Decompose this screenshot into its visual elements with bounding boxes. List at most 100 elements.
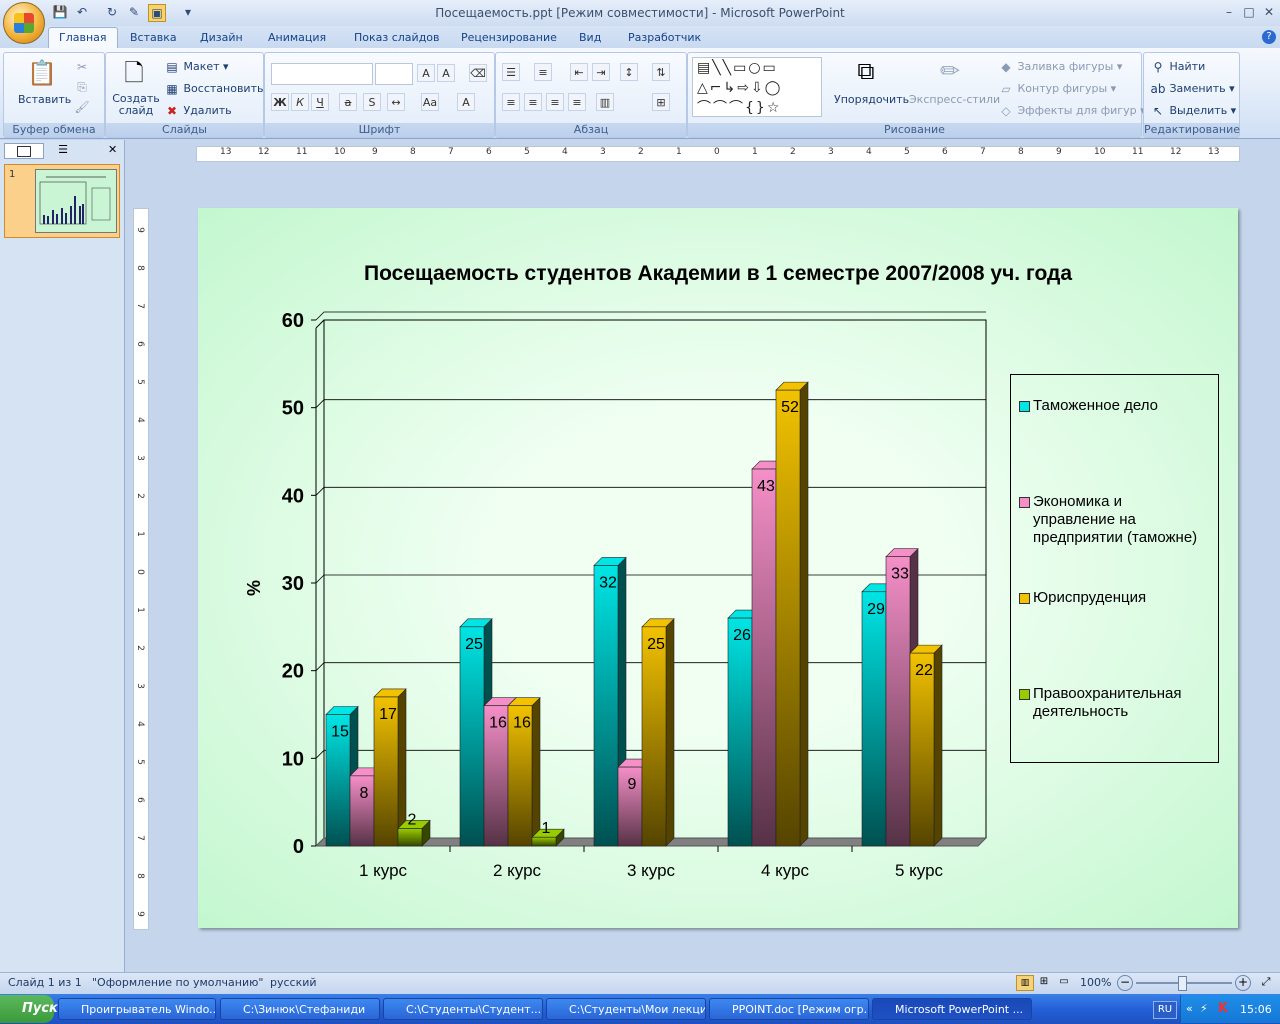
font-size-combo[interactable] [375,63,413,85]
char-spacing-icon[interactable]: ↔ [387,93,405,111]
bar [775,389,801,847]
minimize-button[interactable]: – [1220,4,1238,20]
tab-slideshow[interactable]: Показ слайдов [344,28,450,48]
new-slide-button[interactable]: Создать слайд [112,93,160,117]
outline-tab-icon[interactable]: ☰ [44,143,82,157]
clear-format-icon[interactable]: ⌫ [469,64,487,82]
find-button[interactable]: ⚲ Найти [1150,59,1206,75]
bullets-icon[interactable]: ☰ [502,63,520,81]
underline-icon[interactable]: Ч [311,93,329,111]
sorter-view-icon[interactable]: ⊞ [1036,975,1052,989]
paste-icon[interactable]: 📋 [26,57,58,89]
reset-icon: ▦ [166,82,178,96]
zoom-slider-thumb[interactable] [1178,976,1187,991]
align-left-icon[interactable]: ≡ [502,93,520,111]
tray-expand-icon[interactable]: « [1186,1002,1193,1015]
y-tick-label: 50 [282,398,304,420]
tab-review[interactable]: Рецензирование [451,28,567,48]
vertical-ruler[interactable]: 9 8 7 6 5 4 3 2 1 0 1 2 3 4 5 6 7 8 9 [133,208,149,930]
align-right-icon[interactable]: ≡ [546,93,564,111]
text-direction-icon[interactable]: ⇅ [652,63,670,81]
tab-developer[interactable]: Разработчик [618,28,711,48]
quick-styles-button[interactable]: Экспресс-стили [909,93,1000,106]
ruler-mark: 7 [448,147,454,157]
zoom-out-icon[interactable]: − [1117,975,1133,991]
smartart-icon[interactable]: ⊞ [652,93,670,111]
layout-button[interactable]: ▤ Макет ▾ [164,59,228,75]
tab-design[interactable]: Дизайн [190,28,253,48]
font-color-icon[interactable]: A [457,93,475,111]
language-indicator[interactable]: русский [270,976,317,989]
y-axis-label: % [244,580,264,596]
shrink-font-icon[interactable]: A [437,64,455,82]
arrange-icon[interactable]: ⧉ [850,55,882,87]
task-media-player[interactable]: Проигрыватель Windo... [58,998,216,1020]
select-button[interactable]: ↖ Выделить ▾ [1150,103,1236,119]
office-button[interactable] [3,2,45,44]
antivirus-icon[interactable]: K [1218,1001,1228,1016]
maximize-button[interactable]: □ [1240,4,1258,20]
slideshow-view-icon[interactable]: ▭ [1056,975,1072,989]
y-tick-label: 40 [282,485,304,507]
line-spacing-icon[interactable]: ↕ [620,63,638,81]
ruler-mark: 2 [638,147,644,157]
tab-insert[interactable]: Вставка [120,28,187,48]
task-word-doc[interactable]: PPOINT.doc [Режим огр... [709,998,869,1020]
change-case-icon[interactable]: Aa [421,93,439,111]
align-center-icon[interactable]: ≡ [524,93,542,111]
justify-icon[interactable]: ≡ [568,93,586,111]
italic-icon[interactable]: К [291,93,309,111]
font-name-combo[interactable] [271,63,373,85]
start-button[interactable]: Пуск [0,995,58,1023]
shadow-icon[interactable]: S [363,93,381,111]
fit-slide-icon[interactable]: ⤢ [1258,975,1274,989]
shape-effects-button[interactable]: ◇ Эффекты для фигур ▾ [998,103,1145,119]
replace-button[interactable]: ab Заменить ▾ [1150,81,1235,97]
horizontal-ruler[interactable]: 13 12 11 10 9 8 7 6 5 4 3 2 1 0 1 2 3 4 5 6 7 8 9 10 11 12 13 [196,146,1240,162]
copy-icon[interactable]: ⎘ [74,79,90,95]
bold-icon[interactable]: Ж [271,93,289,111]
bar-chart[interactable]: 0 10 20 30 40 50 60% 1 курс 15 8 17 2 2 курс 25 16 16 1 3… [198,300,998,900]
help-icon[interactable]: ? [1262,30,1276,44]
shape-outline-button[interactable]: ▱ Контур фигуры ▾ [998,81,1116,97]
network-icon[interactable]: ⚡ [1200,1002,1208,1015]
zoom-in-icon[interactable]: + [1235,975,1251,991]
tab-animation[interactable]: Анимация [258,28,336,48]
slide-thumbnail[interactable]: 1 [4,164,120,238]
ruler-mark: 1 [676,147,682,157]
reset-button[interactable]: ▦ Восстановить [164,81,263,97]
ruler-mark: 10 [1094,147,1106,157]
ruler-mark: 11 [1132,147,1144,157]
grow-font-icon[interactable]: A [417,64,435,82]
strikethrough-icon[interactable]: a [339,93,357,111]
ruler-mark: 9 [134,227,145,233]
increase-indent-icon[interactable]: ⇥ [592,63,610,81]
normal-view-icon[interactable]: ▥ [1016,975,1034,991]
numbering-icon[interactable]: ≡ [534,63,552,81]
task-powerpoint[interactable]: Microsoft PowerPoint ... [872,998,1032,1020]
columns-icon[interactable]: ▥ [596,93,614,111]
new-slide-icon[interactable]: 🗋 [118,57,150,89]
paste-button[interactable]: Вставить [18,93,71,106]
close-button[interactable]: ✕ [1260,4,1278,20]
close-panel-icon[interactable]: ✕ [108,143,120,157]
decrease-indent-icon[interactable]: ⇤ [570,63,588,81]
format-painter-icon[interactable]: 🖌 [74,99,90,115]
tab-home[interactable]: Главная [48,27,118,48]
ruler-mark: 4 [134,721,145,727]
task-folder-lectures[interactable]: C:\Студенты\Мои лекции [546,998,706,1020]
zoom-level[interactable]: 100% [1080,976,1111,989]
task-folder-zinyuk[interactable]: C:\Зинюк\Стефаниди [220,998,380,1020]
language-bar[interactable]: RU [1153,1001,1177,1019]
tab-view[interactable]: Вид [569,28,611,48]
quick-styles-icon[interactable]: ✏ [934,55,966,87]
shape-fill-button[interactable]: ◆ Заливка фигуры ▾ [998,59,1122,75]
outline-icon: ▱ [1001,82,1011,96]
cut-icon[interactable]: ✂ [74,59,90,75]
slides-tab[interactable] [4,143,44,159]
arrange-button[interactable]: Упорядочить [834,93,909,106]
theme-name[interactable]: "Оформление по умолчанию" [92,976,263,989]
task-folder-students[interactable]: C:\Студенты\Студент... [383,998,543,1020]
shapes-gallery[interactable]: ▤╲╲▭○▭ △⌐↳⇨⇩◯ ⌒⌒⌒{}☆ [692,57,822,117]
delete-slide-button[interactable]: ✖ Удалить [164,103,232,119]
